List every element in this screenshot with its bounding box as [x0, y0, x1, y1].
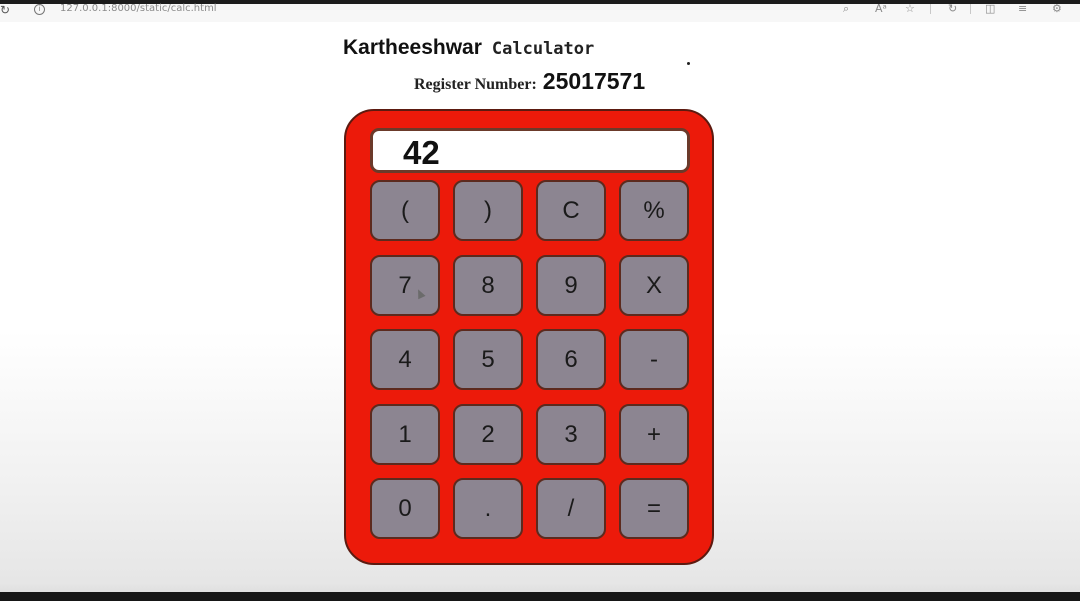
- key-percent[interactable]: %: [619, 180, 689, 241]
- key-add[interactable]: +: [619, 404, 689, 465]
- calculator-body: 42 ( ) C % 7 8 9 X 4 5 6 - 1 2 3 + 0 . /…: [344, 109, 714, 565]
- key-6[interactable]: 6: [536, 329, 606, 390]
- key-9[interactable]: 9: [536, 255, 606, 316]
- browser-toolbar: ↻ i 127.0.0.1:8000/static/calc.html ⌕ Aᵃ…: [0, 0, 1080, 22]
- stray-dot: [687, 62, 690, 65]
- page-title: Kartheeshwar Calculator: [343, 36, 594, 60]
- register-value: 25017571: [542, 68, 646, 94]
- key-4[interactable]: 4: [370, 329, 440, 390]
- key-2[interactable]: 2: [453, 404, 523, 465]
- address-bar-url[interactable]: 127.0.0.1:8000/static/calc.html: [60, 3, 217, 14]
- register-label: Register Number:: [414, 76, 537, 93]
- key-equals[interactable]: =: [619, 478, 689, 539]
- split-screen-icon[interactable]: ◫: [985, 3, 995, 14]
- key-0[interactable]: 0: [370, 478, 440, 539]
- key-5[interactable]: 5: [453, 329, 523, 390]
- toolbar-divider: [970, 4, 971, 14]
- calculator-display: 42: [370, 128, 690, 173]
- key-8[interactable]: 8: [453, 255, 523, 316]
- key-decimal[interactable]: .: [453, 478, 523, 539]
- register-number-row: Register Number: 25017571: [414, 68, 645, 95]
- app-subtitle: Calculator: [491, 39, 595, 59]
- key-1[interactable]: 1: [370, 404, 440, 465]
- key-subtract[interactable]: -: [619, 329, 689, 390]
- read-aloud-icon[interactable]: Aᵃ: [875, 3, 887, 14]
- toolbar-divider: [930, 4, 931, 14]
- display-value: 42: [403, 134, 440, 171]
- key-clear[interactable]: C: [536, 180, 606, 241]
- key-open-paren[interactable]: (: [370, 180, 440, 241]
- bottom-frame-bar: [0, 592, 1080, 601]
- key-multiply[interactable]: X: [619, 255, 689, 316]
- extensions-icon[interactable]: ⚙: [1052, 3, 1062, 14]
- key-7[interactable]: 7: [370, 255, 440, 316]
- key-close-paren[interactable]: ): [453, 180, 523, 241]
- site-info-icon[interactable]: i: [34, 4, 45, 15]
- favorite-icon[interactable]: ☆: [905, 3, 915, 14]
- key-divide[interactable]: /: [536, 478, 606, 539]
- author-name: Kartheeshwar: [343, 36, 482, 59]
- zoom-icon[interactable]: ⌕: [843, 3, 849, 14]
- key-3[interactable]: 3: [536, 404, 606, 465]
- favorites-bar-icon[interactable]: ≡: [1018, 3, 1027, 14]
- refresh-icon[interactable]: ↻: [948, 3, 957, 14]
- refresh-back-icon[interactable]: ↻: [0, 4, 10, 16]
